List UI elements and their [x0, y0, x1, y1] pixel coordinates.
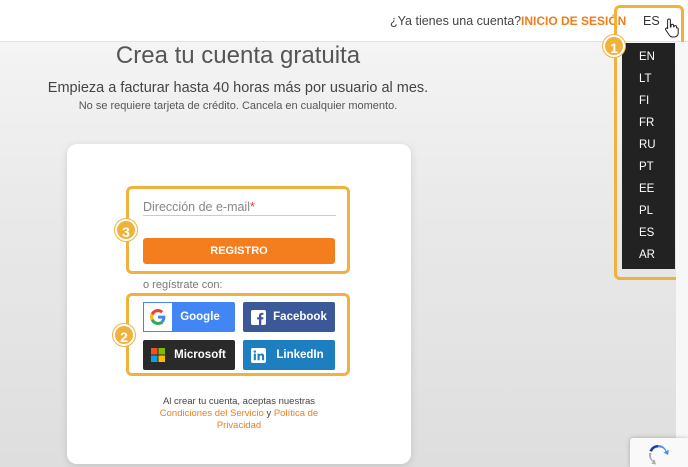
recaptcha-badge[interactable]: [630, 438, 688, 467]
terms-text: Al crear tu cuenta, aceptas nuestras Con…: [67, 396, 411, 432]
page-title: Crea tu cuenta gratuita: [115, 42, 361, 69]
annotation-badge-2: 2: [113, 324, 135, 346]
email-register-highlight: [126, 186, 350, 274]
language-option-ru[interactable]: RU: [639, 139, 656, 151]
language-option-pl[interactable]: PL: [639, 205, 653, 217]
language-option-lt[interactable]: LT: [639, 73, 652, 85]
page-note: No se requiere tarjeta de crédito. Cance…: [78, 100, 398, 112]
or-register-with-text: o regístrate con:: [143, 279, 223, 291]
terms-and: y: [266, 408, 272, 419]
page-subtitle: Empieza a facturar hasta 40 horas más po…: [47, 80, 429, 96]
language-option-en[interactable]: EN: [639, 51, 655, 63]
social-buttons-highlight: [126, 293, 350, 376]
language-option-fr[interactable]: FR: [639, 117, 654, 129]
login-link[interactable]: INICIO DE SESIÓN: [521, 14, 626, 28]
annotation-badge-3: 3: [115, 219, 137, 241]
privacy-policy-link-2[interactable]: Privacidad: [217, 420, 261, 431]
annotation-badge-1: 1: [603, 35, 625, 57]
privacy-policy-link-1[interactable]: Política de: [274, 408, 318, 419]
language-dropdown: EN LT FI FR RU PT EE PL ES AR: [622, 43, 675, 269]
recaptcha-icon: [648, 445, 669, 465]
language-option-ar[interactable]: AR: [639, 249, 655, 261]
language-option-fi[interactable]: FI: [639, 95, 649, 107]
language-option-pt[interactable]: PT: [639, 161, 654, 173]
language-option-ee[interactable]: EE: [639, 183, 654, 195]
language-option-es[interactable]: ES: [639, 227, 654, 239]
top-bar: ¿Ya tienes una cuenta? INICIO DE SESIÓN …: [0, 0, 688, 42]
terms-prefix: Al crear tu cuenta, aceptas nuestras: [162, 396, 316, 407]
scroll-strip: [676, 42, 688, 467]
have-account-text: ¿Ya tienes una cuenta?: [390, 14, 522, 28]
terms-of-service-link[interactable]: Condiciones del Servicio: [160, 408, 264, 419]
hand-cursor-icon: [665, 18, 679, 38]
